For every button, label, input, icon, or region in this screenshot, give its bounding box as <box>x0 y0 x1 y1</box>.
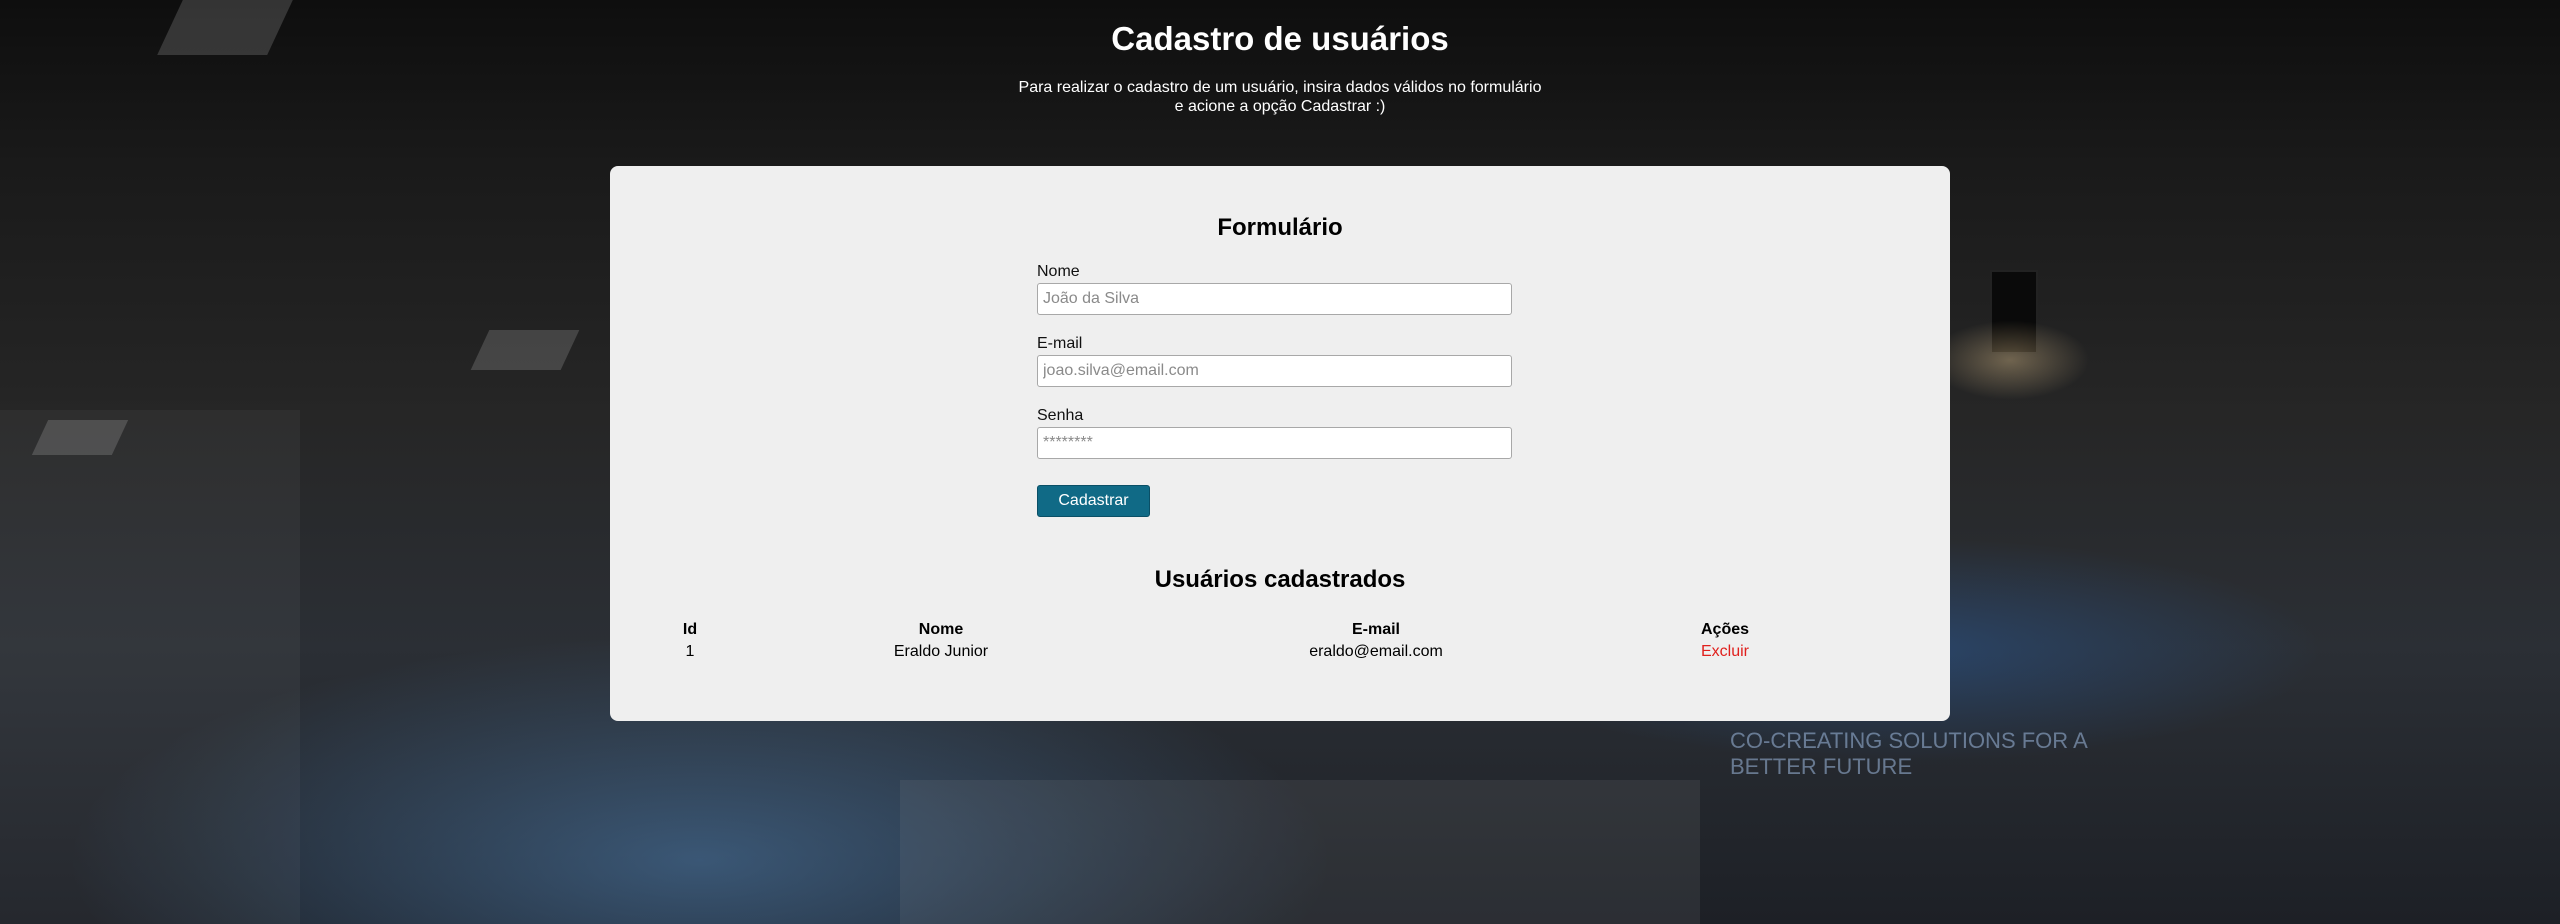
nome-field: Nome <box>1037 263 1512 315</box>
users-table: Id Nome E-mail Ações 1 Eraldo Junior era… <box>674 619 1874 663</box>
email-input[interactable] <box>1037 355 1512 387</box>
email-label: E-mail <box>1037 335 1083 352</box>
cell-acoes: Excluir <box>1576 641 1874 663</box>
senha-input[interactable] <box>1037 427 1512 459</box>
intro-line-1: Para realizar o cadastro de um usuário, … <box>1018 79 1542 96</box>
cadastrar-button[interactable]: Cadastrar <box>1037 485 1150 517</box>
table-header-row: Id Nome E-mail Ações <box>674 619 1874 641</box>
page-intro: Para realizar o cadastro de um usuário, … <box>0 78 2560 116</box>
senha-label: Senha <box>1037 407 1084 424</box>
column-header-nome: Nome <box>918 621 964 638</box>
wall-sign-subtitle: CO-CREATING SOLUTIONS FOR A BETTER FUTUR… <box>1730 728 2087 779</box>
column-header-acoes: Ações <box>1700 621 1750 638</box>
column-header-email: E-mail <box>1351 621 1400 638</box>
intro-line-2: e acione a opção Cadastrar :) <box>1174 98 1386 115</box>
page-title: Cadastro de usuários <box>1111 20 1449 57</box>
wall-panel <box>0 410 300 924</box>
senha-field: Senha <box>1037 407 1512 459</box>
nome-input[interactable] <box>1037 283 1512 315</box>
nome-label: Nome <box>1037 263 1080 280</box>
cell-id: 1 <box>685 643 695 660</box>
main-card: Formulário Nome E-mail Senha Cadastrar U… <box>610 166 1950 721</box>
cell-email: eraldo@email.com <box>1309 643 1443 660</box>
form-title: Formulário <box>1217 214 1343 241</box>
ceiling-light-3 <box>31 420 129 455</box>
excluir-link[interactable]: Excluir <box>1701 643 1749 660</box>
hanging-lamp <box>1990 270 2038 354</box>
column-header-id: Id <box>682 621 698 638</box>
desk-area <box>900 780 1700 924</box>
lamp-glow <box>1930 320 2090 400</box>
cell-nome: Eraldo Junior <box>893 643 989 660</box>
email-field: E-mail <box>1037 335 1512 387</box>
table-row: 1 Eraldo Junior eraldo@email.com Excluir <box>674 641 1874 663</box>
users-list-title: Usuários cadastrados <box>1154 566 1406 593</box>
ceiling-light-2 <box>470 330 580 370</box>
